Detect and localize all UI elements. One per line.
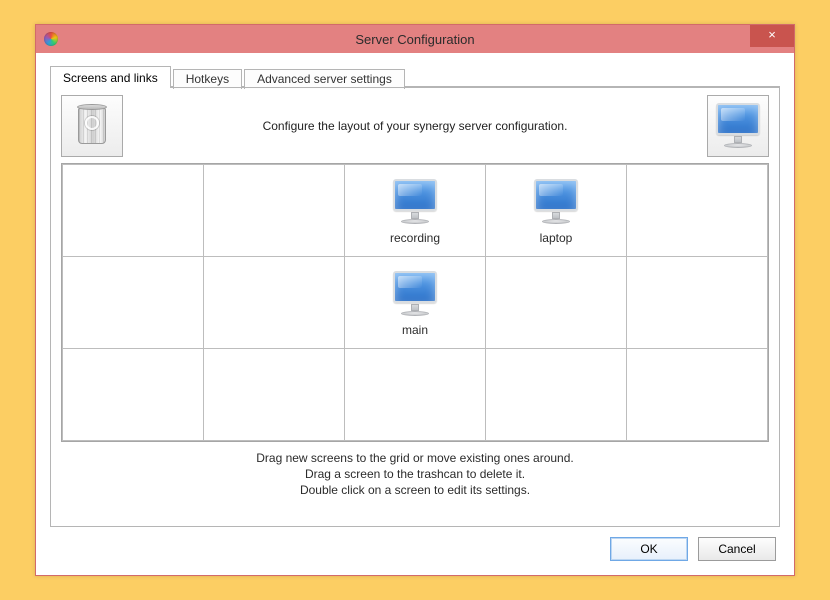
new-screen-source[interactable] bbox=[707, 95, 769, 157]
server-config-window: Server Configuration × Screens and links… bbox=[35, 24, 795, 576]
screen-label: main bbox=[402, 323, 428, 337]
top-strip: Configure the layout of your synergy ser… bbox=[61, 95, 769, 157]
tab-advanced-server-settings[interactable]: Advanced server settings bbox=[244, 69, 405, 89]
close-button[interactable]: × bbox=[750, 25, 794, 47]
hint-text: Drag new screens to the grid or move exi… bbox=[61, 450, 769, 499]
tab-bar: Screens and links Hotkeys Advanced serve… bbox=[50, 63, 780, 87]
grid-cell-r2c3[interactable] bbox=[486, 349, 627, 441]
grid-cell-r0c4[interactable] bbox=[627, 165, 768, 257]
strip-caption: Configure the layout of your synergy ser… bbox=[131, 95, 699, 157]
dialog-footer: OK Cancel bbox=[50, 527, 780, 561]
grid-cell-r0c2[interactable]: recording bbox=[345, 165, 486, 257]
grid-cell-r1c3[interactable] bbox=[486, 257, 627, 349]
tab-label: Hotkeys bbox=[186, 72, 229, 86]
client-area: Screens and links Hotkeys Advanced serve… bbox=[36, 53, 794, 575]
tab-screens-and-links[interactable]: Screens and links bbox=[50, 66, 171, 88]
titlebar[interactable]: Server Configuration × bbox=[36, 25, 794, 53]
grid-cell-r1c4[interactable] bbox=[627, 257, 768, 349]
screen-label: laptop bbox=[540, 231, 573, 245]
monitor-icon bbox=[389, 177, 441, 227]
grid-cell-r2c1[interactable] bbox=[204, 349, 345, 441]
button-label: OK bbox=[640, 542, 657, 556]
grid-cell-r2c2[interactable] bbox=[345, 349, 486, 441]
monitor-icon bbox=[389, 269, 441, 319]
grid-cell-r0c1[interactable] bbox=[204, 165, 345, 257]
window-title: Server Configuration bbox=[36, 32, 794, 47]
cancel-button[interactable]: Cancel bbox=[698, 537, 776, 561]
ok-button[interactable]: OK bbox=[610, 537, 688, 561]
screen-grid[interactable]: recording laptop bbox=[61, 163, 769, 442]
tab-label: Advanced server settings bbox=[257, 72, 392, 86]
tab-panel-screens: Configure the layout of your synergy ser… bbox=[50, 86, 780, 527]
screen-label: recording bbox=[390, 231, 440, 245]
hint-line-1: Drag new screens to the grid or move exi… bbox=[61, 450, 769, 466]
grid-cell-r1c0[interactable] bbox=[63, 257, 204, 349]
trashcan-dropzone[interactable] bbox=[61, 95, 123, 157]
button-label: Cancel bbox=[718, 542, 755, 556]
tab-hotkeys[interactable]: Hotkeys bbox=[173, 69, 242, 89]
tab-label: Screens and links bbox=[63, 71, 158, 85]
grid-cell-r0c0[interactable] bbox=[63, 165, 204, 257]
trashcan-icon bbox=[71, 102, 113, 150]
grid-cell-r1c1[interactable] bbox=[204, 257, 345, 349]
monitor-icon bbox=[712, 101, 764, 151]
monitor-icon bbox=[530, 177, 582, 227]
hint-line-2: Drag a screen to the trashcan to delete … bbox=[61, 466, 769, 482]
grid-cell-r2c0[interactable] bbox=[63, 349, 204, 441]
grid-cell-r2c4[interactable] bbox=[627, 349, 768, 441]
grid-cell-r1c2[interactable]: main bbox=[345, 257, 486, 349]
app-icon bbox=[44, 32, 58, 46]
grid-cell-r0c3[interactable]: laptop bbox=[486, 165, 627, 257]
hint-line-3: Double click on a screen to edit its set… bbox=[61, 482, 769, 498]
